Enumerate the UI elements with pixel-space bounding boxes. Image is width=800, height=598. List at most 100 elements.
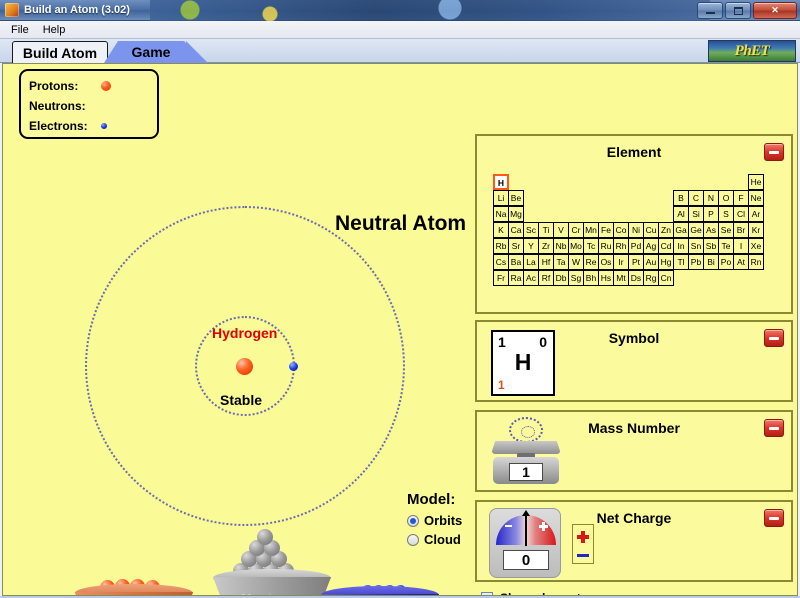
periodic-table-cell-y[interactable]: Y <box>523 238 539 254</box>
periodic-table-cell-p[interactable]: P <box>703 206 719 222</box>
periodic-table-cell-cd[interactable]: Cd <box>658 238 674 254</box>
periodic-table-cell-ga[interactable]: Ga <box>673 222 689 238</box>
periodic-table-cell-rb[interactable]: Rb <box>493 238 509 254</box>
periodic-table-cell-zn[interactable]: Zn <box>658 222 674 238</box>
menu-item-file[interactable]: File <box>4 23 36 37</box>
periodic-table-cell-he[interactable]: He <box>748 174 764 190</box>
periodic-table-cell-ge[interactable]: Ge <box>688 222 704 238</box>
close-button[interactable]: ✕ <box>753 2 797 19</box>
periodic-table-cell-k[interactable]: K <box>493 222 509 238</box>
periodic-table-cell-rh[interactable]: Rh <box>613 238 629 254</box>
periodic-table-cell-fe[interactable]: Fe <box>598 222 614 238</box>
periodic-table-cell-bi[interactable]: Bi <box>703 254 719 270</box>
periodic-table-cell-si[interactable]: Si <box>688 206 704 222</box>
periodic-table-cell-cs[interactable]: Cs <box>493 254 509 270</box>
periodic-table-cell-hs[interactable]: Hs <box>598 270 614 286</box>
periodic-table-cell-db[interactable]: Db <box>553 270 569 286</box>
periodic-table-cell-f[interactable]: F <box>733 190 749 206</box>
periodic-table-cell-tc[interactable]: Tc <box>583 238 599 254</box>
periodic-table-cell-mn[interactable]: Mn <box>583 222 599 238</box>
periodic-table-cell-hg[interactable]: Hg <box>658 254 674 270</box>
periodic-table-cell-ar[interactable]: Ar <box>748 206 764 222</box>
periodic-table-cell-xe[interactable]: Xe <box>748 238 764 254</box>
periodic-table-cell-pd[interactable]: Pd <box>628 238 644 254</box>
periodic-table-cell-be[interactable]: Be <box>508 190 524 206</box>
periodic-table-cell-rn[interactable]: Rn <box>748 254 764 270</box>
periodic-table-cell-b[interactable]: B <box>673 190 689 206</box>
periodic-table-cell-v[interactable]: V <box>553 222 569 238</box>
periodic-table-cell-rg[interactable]: Rg <box>643 270 659 286</box>
periodic-table-cell-at[interactable]: At <box>733 254 749 270</box>
panel-element-collapse-button[interactable] <box>764 143 784 161</box>
panel-symbol-collapse-button[interactable] <box>764 329 784 347</box>
panel-mass-number-collapse-button[interactable] <box>764 419 784 437</box>
periodic-table-cell-li[interactable]: Li <box>493 190 509 206</box>
periodic-table-cell-po[interactable]: Po <box>718 254 734 270</box>
periodic-table-cell-mt[interactable]: Mt <box>613 270 629 286</box>
periodic-table-cell-ti[interactable]: Ti <box>538 222 554 238</box>
periodic-table-cell-la[interactable]: La <box>523 254 539 270</box>
periodic-table-cell-ru[interactable]: Ru <box>598 238 614 254</box>
periodic-table-cell-n[interactable]: N <box>703 190 719 206</box>
periodic-table-cell-hf[interactable]: Hf <box>538 254 554 270</box>
periodic-table-cell-rf[interactable]: Rf <box>538 270 554 286</box>
tab-game[interactable]: Game <box>104 41 186 63</box>
periodic-table-cell-sg[interactable]: Sg <box>568 270 584 286</box>
tab-build-atom[interactable]: Build Atom <box>12 41 108 63</box>
periodic-table-cell-as[interactable]: As <box>703 222 719 238</box>
periodic-table-cell-fr[interactable]: Fr <box>493 270 509 286</box>
menu-item-help[interactable]: Help <box>36 23 73 37</box>
periodic-table-cell-na[interactable]: Na <box>493 206 509 222</box>
nucleus-proton[interactable] <box>236 358 253 375</box>
periodic-table-cell-mo[interactable]: Mo <box>568 238 584 254</box>
periodic-table-cell-sb[interactable]: Sb <box>703 238 719 254</box>
periodic-table-cell-o[interactable]: O <box>718 190 734 206</box>
periodic-table-cell-au[interactable]: Au <box>643 254 659 270</box>
periodic-table-cell-pt[interactable]: Pt <box>628 254 644 270</box>
periodic-table-cell-kr[interactable]: Kr <box>748 222 764 238</box>
minimize-button[interactable] <box>697 2 723 19</box>
periodic-table-cell-ni[interactable]: Ni <box>628 222 644 238</box>
periodic-table-cell-w[interactable]: W <box>568 254 584 270</box>
periodic-table-cell-cl[interactable]: Cl <box>733 206 749 222</box>
periodic-table-cell-ba[interactable]: Ba <box>508 254 524 270</box>
periodic-table-cell-nb[interactable]: Nb <box>553 238 569 254</box>
orbiting-electron[interactable] <box>289 362 298 371</box>
periodic-table-cell-os[interactable]: Os <box>598 254 614 270</box>
periodic-table-cell-h[interactable]: H <box>493 174 509 190</box>
periodic-table-cell-te[interactable]: Te <box>718 238 734 254</box>
periodic-table-cell-pb[interactable]: Pb <box>688 254 704 270</box>
periodic-table-cell-cu[interactable]: Cu <box>643 222 659 238</box>
periodic-table-cell-tl[interactable]: Tl <box>673 254 689 270</box>
periodic-table[interactable]: H He Li Be B C N O F Ne Na Mg Al Si P S Cl Ar K Ca Sc Ti V Cr Mn… <box>493 174 764 286</box>
periodic-table-cell-ta[interactable]: Ta <box>553 254 569 270</box>
periodic-table-cell-mg[interactable]: Mg <box>508 206 524 222</box>
periodic-table-cell-cn[interactable]: Cn <box>658 270 674 286</box>
periodic-table-cell-s[interactable]: S <box>718 206 734 222</box>
periodic-table-cell-co[interactable]: Co <box>613 222 629 238</box>
periodic-table-cell-ds[interactable]: Ds <box>628 270 644 286</box>
periodic-table-cell-ca[interactable]: Ca <box>508 222 524 238</box>
periodic-table-cell-sr[interactable]: Sr <box>508 238 524 254</box>
periodic-table-cell-sn[interactable]: Sn <box>688 238 704 254</box>
periodic-table-cell-ir[interactable]: Ir <box>613 254 629 270</box>
periodic-table-cell-al[interactable]: Al <box>673 206 689 222</box>
periodic-table-cell-ag[interactable]: Ag <box>643 238 659 254</box>
radio-cloud[interactable]: Cloud <box>407 530 462 549</box>
periodic-table-cell-in[interactable]: In <box>673 238 689 254</box>
periodic-table-cell-se[interactable]: Se <box>718 222 734 238</box>
periodic-table-cell-re[interactable]: Re <box>583 254 599 270</box>
panel-net-charge-collapse-button[interactable] <box>764 509 784 527</box>
radio-orbits[interactable]: Orbits <box>407 511 462 530</box>
periodic-table-cell-sc[interactable]: Sc <box>523 222 539 238</box>
periodic-table-cell-ac[interactable]: Ac <box>523 270 539 286</box>
periodic-table-cell-br[interactable]: Br <box>733 222 749 238</box>
periodic-table-cell-i[interactable]: I <box>733 238 749 254</box>
maximize-button[interactable] <box>725 2 751 19</box>
periodic-table-cell-cr[interactable]: Cr <box>568 222 584 238</box>
checkbox-show-element-name[interactable]: Show element name <box>481 588 623 595</box>
periodic-table-cell-c[interactable]: C <box>688 190 704 206</box>
periodic-table-cell-ne[interactable]: Ne <box>748 190 764 206</box>
periodic-table-cell-bh[interactable]: Bh <box>583 270 599 286</box>
periodic-table-cell-zr[interactable]: Zr <box>538 238 554 254</box>
